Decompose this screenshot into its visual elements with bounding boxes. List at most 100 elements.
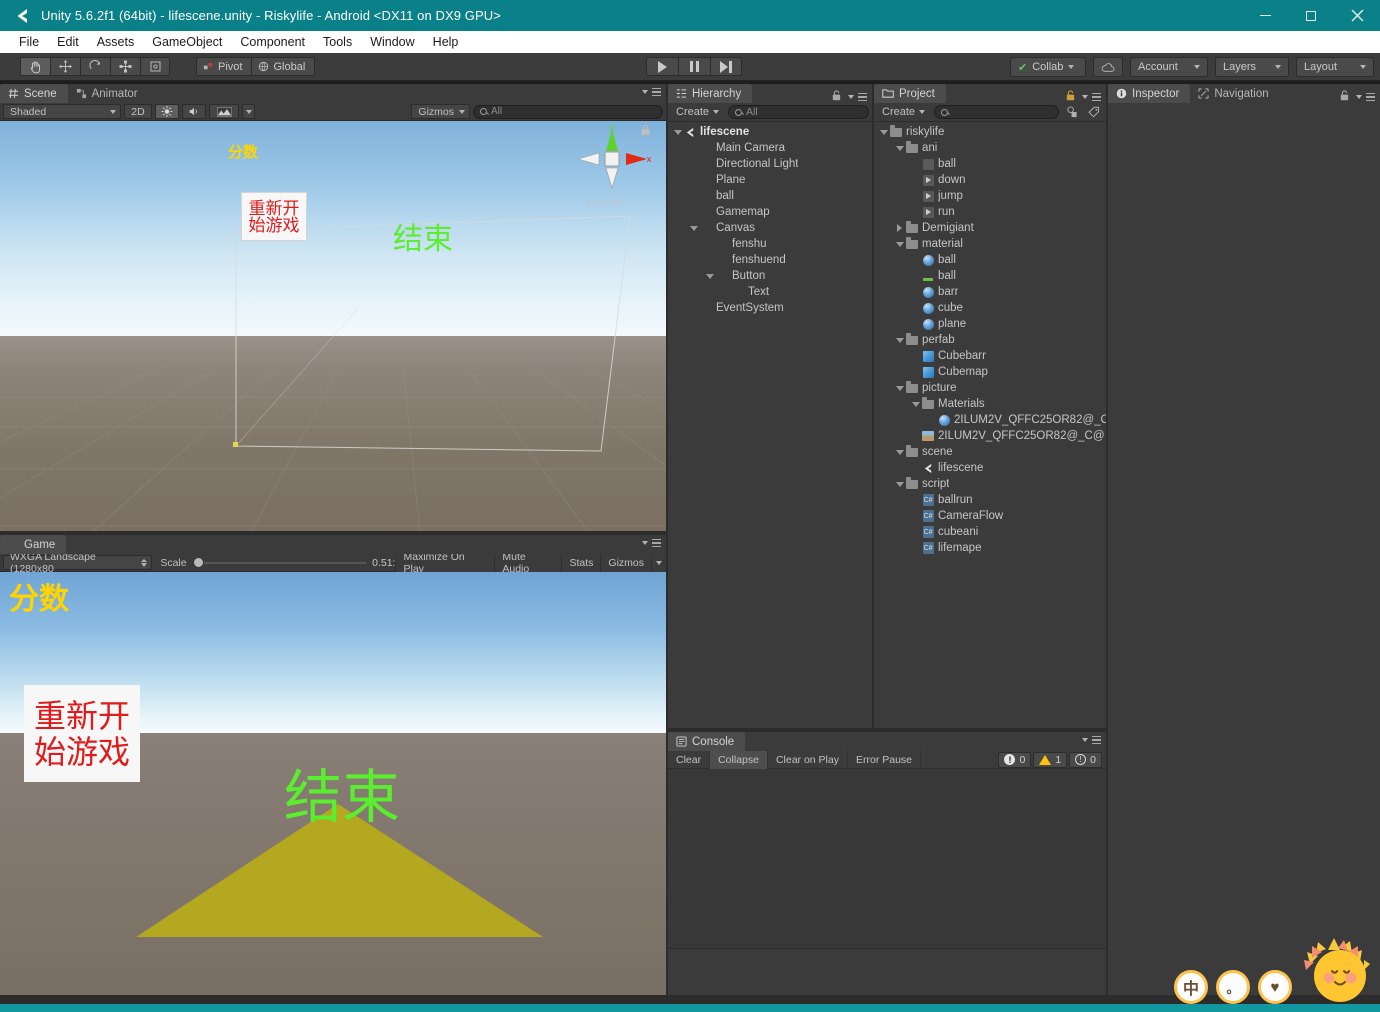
- scene-2d-toggle[interactable]: 2D: [124, 104, 152, 119]
- tree-row[interactable]: lifescene: [668, 124, 872, 140]
- game-gizmos-button[interactable]: Gizmos: [600, 553, 651, 572]
- tab-project[interactable]: Project: [874, 84, 946, 103]
- tree-row[interactable]: 2ILUM2V_QFFC25OR82@_C: [874, 412, 1106, 428]
- project-filter-label-button[interactable]: [1085, 105, 1103, 120]
- tree-row[interactable]: EventSystem: [668, 300, 872, 316]
- tree-row[interactable]: ball: [668, 188, 872, 204]
- tree-row[interactable]: ani: [874, 140, 1106, 156]
- tab-inspector[interactable]: Inspector: [1108, 84, 1191, 103]
- tab-navigation[interactable]: Navigation: [1190, 84, 1279, 103]
- tree-row[interactable]: ball: [874, 268, 1106, 284]
- tab-console[interactable]: Console: [668, 732, 746, 751]
- collab-button[interactable]: ✔ Collab: [1010, 57, 1086, 77]
- vertical-splitter-right[interactable]: [1106, 84, 1108, 995]
- tree-row[interactable]: script: [874, 476, 1106, 492]
- tree-row[interactable]: perfab: [874, 332, 1106, 348]
- console-collapse-button[interactable]: Collapse: [710, 750, 768, 769]
- tree-row[interactable]: fenshu: [668, 236, 872, 252]
- close-button[interactable]: [1334, 0, 1380, 31]
- hierarchy-search-input[interactable]: All: [728, 105, 869, 119]
- game-restart-button[interactable]: 重新开 始游戏: [24, 685, 140, 782]
- console-warning-count[interactable]: 1: [1033, 751, 1068, 768]
- pivot-toggle-button[interactable]: Pivot: [196, 57, 252, 76]
- step-button[interactable]: [710, 57, 742, 76]
- game-mute-audio-button[interactable]: Mute Audio: [494, 551, 562, 575]
- hierarchy-panel-menu-button[interactable]: [832, 88, 867, 106]
- layout-button[interactable]: Layout: [1296, 57, 1374, 77]
- cloud-button[interactable]: [1093, 57, 1123, 77]
- project-panel-menu-button[interactable]: [1066, 88, 1101, 106]
- tree-row[interactable]: 2ILUM2V_QFFC25OR82@_C@: [874, 428, 1106, 444]
- tree-row[interactable]: Materials: [874, 396, 1106, 412]
- disclosure-triangle-open[interactable]: [910, 401, 921, 407]
- rect-tool-button[interactable]: [140, 57, 170, 76]
- menu-tools[interactable]: Tools: [314, 33, 361, 51]
- scene-audio-toggle[interactable]: [182, 104, 206, 119]
- layers-button[interactable]: Layers: [1215, 57, 1289, 77]
- disclosure-triangle-open[interactable]: [672, 129, 683, 135]
- disclosure-triangle-open[interactable]: [894, 449, 905, 455]
- tree-row[interactable]: barr: [874, 284, 1106, 300]
- menu-component[interactable]: Component: [231, 33, 314, 51]
- menu-assets[interactable]: Assets: [88, 33, 144, 51]
- tree-row[interactable]: C# lifemape: [874, 540, 1106, 556]
- scene-panel-menu-button[interactable]: [642, 88, 661, 96]
- tree-row[interactable]: picture: [874, 380, 1106, 396]
- horizontal-splitter-game[interactable]: [0, 531, 666, 535]
- disclosure-triangle-open[interactable]: [894, 145, 905, 151]
- horizontal-splitter-console[interactable]: [668, 728, 1106, 732]
- scene-restart-button[interactable]: 重新开 始游戏: [241, 192, 307, 241]
- vertical-splitter-left[interactable]: [666, 84, 668, 995]
- scale-tool-button[interactable]: [110, 57, 140, 76]
- disclosure-triangle-open[interactable]: [878, 129, 889, 135]
- tab-animator[interactable]: Animator: [68, 84, 149, 103]
- scene-effects-dropdown[interactable]: [242, 104, 255, 119]
- scene-gizmo-lock-icon[interactable]: [640, 123, 651, 141]
- project-filter-type-button[interactable]: [1063, 105, 1081, 120]
- console-clear-on-play-button[interactable]: Clear on Play: [768, 750, 848, 769]
- ime-chinese-mode-button[interactable]: 中: [1174, 970, 1208, 1004]
- vertical-splitter-mid[interactable]: [872, 84, 874, 728]
- tree-row[interactable]: Cubebarr: [874, 348, 1106, 364]
- tree-row[interactable]: cube: [874, 300, 1106, 316]
- tree-row[interactable]: plane: [874, 316, 1106, 332]
- tab-game[interactable]: Game: [0, 535, 67, 554]
- rotate-tool-button[interactable]: [80, 57, 110, 76]
- ime-punctuation-button[interactable]: 。: [1216, 970, 1250, 1004]
- disclosure-triangle-open[interactable]: [704, 273, 715, 279]
- scene-viewport[interactable]: 分数 结束 重新开 始游戏 y x Persp: [0, 121, 666, 534]
- global-toggle-button[interactable]: Global: [251, 57, 316, 76]
- tree-row[interactable]: down: [874, 172, 1106, 188]
- maximize-button[interactable]: [1288, 0, 1334, 31]
- hand-tool-button[interactable]: [20, 57, 50, 76]
- tree-row[interactable]: run: [874, 204, 1106, 220]
- disclosure-triangle-closed[interactable]: [894, 224, 905, 232]
- disclosure-triangle-open[interactable]: [894, 481, 905, 487]
- tree-row[interactable]: Directional Light: [668, 156, 872, 172]
- tree-row[interactable]: Gamemap: [668, 204, 872, 220]
- disclosure-triangle-open[interactable]: [894, 385, 905, 391]
- tree-row[interactable]: fenshuend: [668, 252, 872, 268]
- slider-knob[interactable]: [192, 557, 204, 568]
- menu-gameobject[interactable]: GameObject: [143, 33, 231, 51]
- scene-persp-label[interactable]: Persp: [585, 197, 622, 209]
- tree-row[interactable]: C# ballrun: [874, 492, 1106, 508]
- game-maximize-on-play-button[interactable]: Maximize On Play: [395, 551, 495, 575]
- game-scale-slider[interactable]: [192, 556, 367, 570]
- tree-row[interactable]: Cubemap: [874, 364, 1106, 380]
- play-button[interactable]: [646, 57, 678, 76]
- menu-window[interactable]: Window: [361, 33, 423, 51]
- console-panel-menu-button[interactable]: [1082, 736, 1101, 744]
- sogou-sun-mascot-icon[interactable]: [1300, 938, 1376, 1004]
- scene-draw-mode-dropdown[interactable]: Shaded: [3, 104, 121, 119]
- scene-search-input[interactable]: All: [473, 104, 663, 119]
- minimize-button[interactable]: [1242, 0, 1288, 31]
- tree-row[interactable]: riskylife: [874, 124, 1106, 140]
- tree-row[interactable]: Demigiant: [874, 220, 1106, 236]
- console-clear-button[interactable]: Clear: [668, 750, 711, 769]
- move-tool-button[interactable]: [50, 57, 80, 76]
- tree-row[interactable]: Plane: [668, 172, 872, 188]
- disclosure-triangle-open[interactable]: [894, 337, 905, 343]
- menu-help[interactable]: Help: [424, 33, 468, 51]
- hierarchy-create-button[interactable]: Create: [671, 105, 724, 120]
